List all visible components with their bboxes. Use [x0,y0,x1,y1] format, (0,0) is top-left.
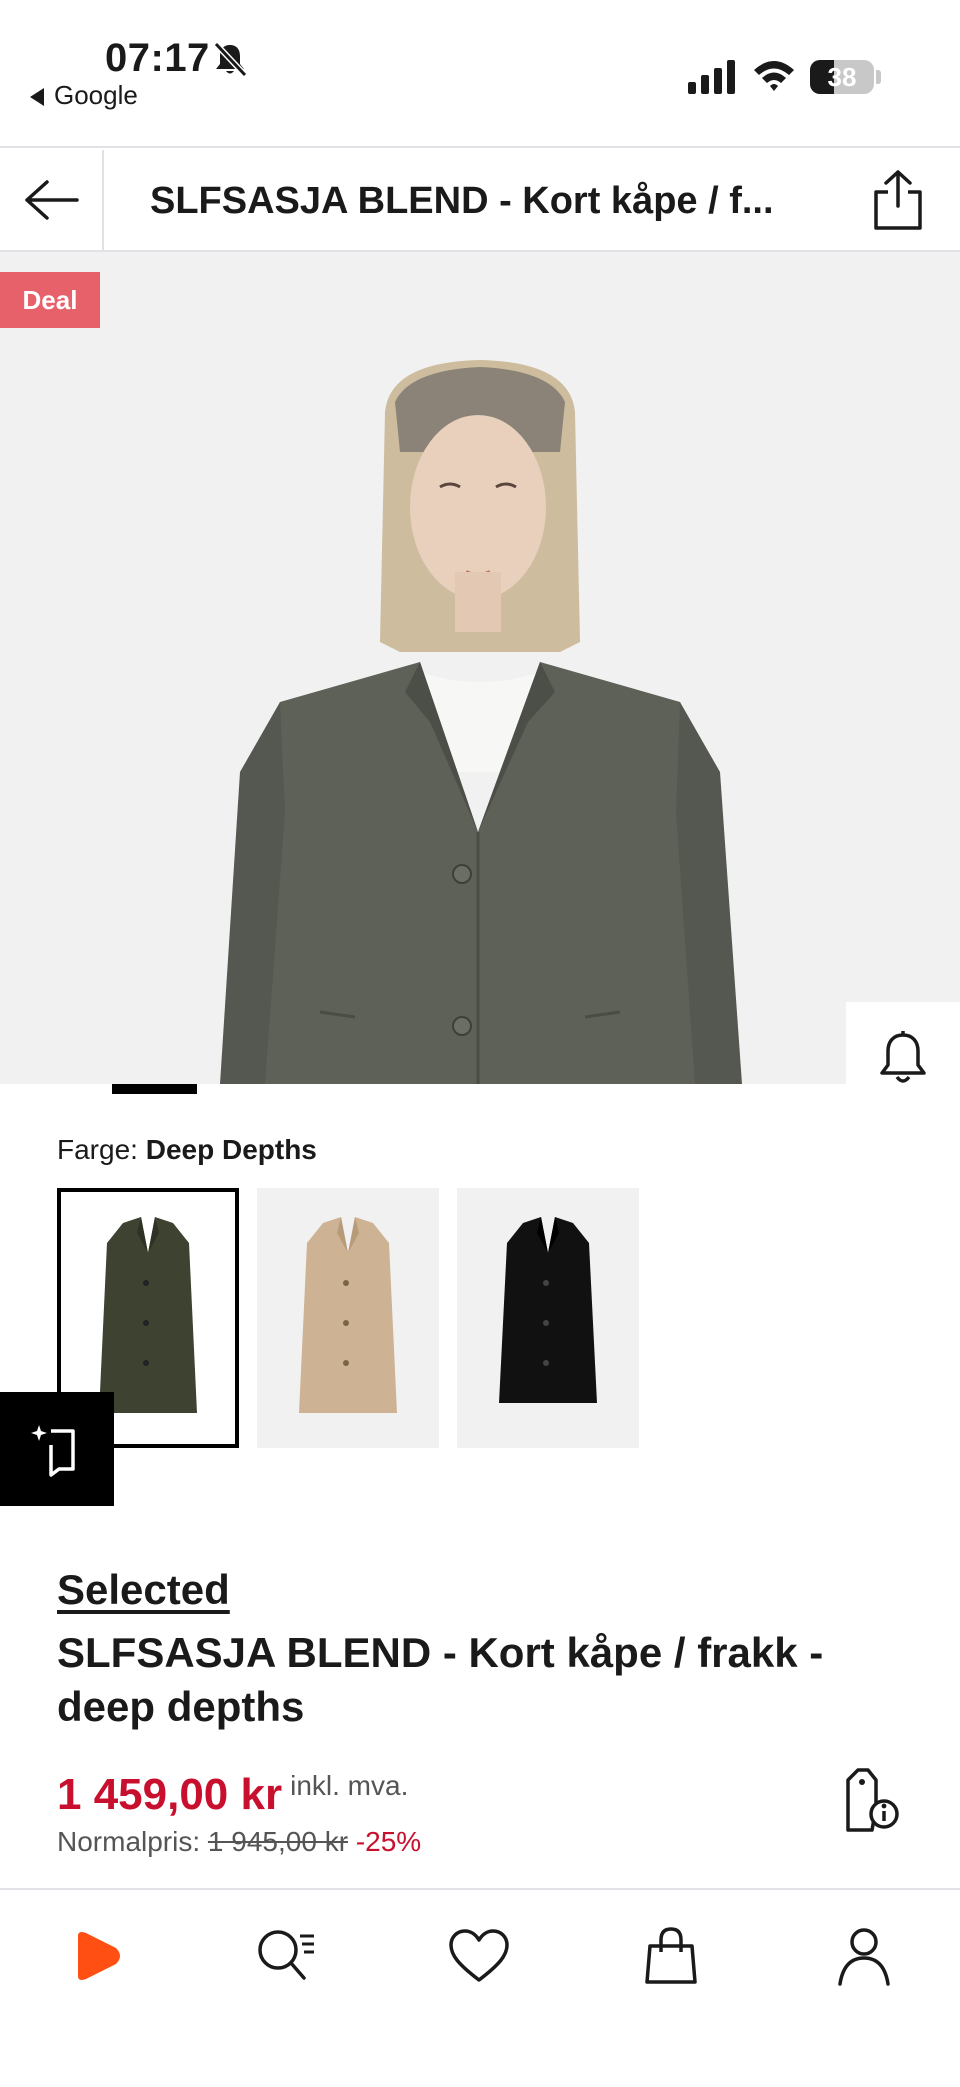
profile-icon [838,1928,890,1986]
arrow-left-icon [25,180,79,220]
color-swatches [57,1188,639,1448]
current-price: 1 459,00 kr [57,1770,283,1819]
similar-items-button[interactable] [0,1392,114,1506]
coat-thumbnail-camel [299,1217,397,1413]
brand-link[interactable]: Selected [57,1566,230,1614]
model-wearing-coat-image [0,252,960,1084]
bell-icon [880,1031,926,1083]
home-logo-icon [78,1932,120,1980]
back-button[interactable] [0,150,104,250]
swatch-camel[interactable] [257,1188,439,1448]
color-label: Farge: Deep Depths [57,1134,317,1166]
gallery-progress-fill [112,1084,197,1094]
price-row: 1 459,00 kr inkl. mva. [57,1770,408,1820]
coat-thumbnail-black [499,1217,597,1403]
profile-tab[interactable] [828,1920,900,1992]
battery-level: 38 [827,62,857,92]
bell-off-icon [213,41,248,78]
top-nav: SLFSASJA BLEND - Kort kåpe / f... [0,150,960,252]
search-tab[interactable] [250,1920,322,1992]
side-actions [846,1002,960,1084]
bottom-nav [0,1888,960,2087]
wishlist-tab[interactable] [443,1920,515,1992]
price-info-icon[interactable] [842,1764,902,1834]
wishlist-heart-icon [449,1929,509,1982]
sparkle-tag-icon [31,1425,75,1477]
back-to-google-link[interactable]: Google [30,80,138,111]
wifi-icon [754,61,794,91]
back-triangle-icon [30,88,44,107]
battery-icon: 38 [810,60,874,94]
page-title: SLFSASJA BLEND - Kort kåpe / f... [150,180,774,222]
normal-price: 1 945,00 kr [207,1826,349,1857]
swatch-black[interactable] [457,1188,639,1448]
cart-bag-icon [645,1927,697,1984]
color-label-text: Farge: [57,1134,138,1165]
home-tab[interactable] [60,1920,132,1992]
color-value: Deep Depths [145,1134,317,1165]
back-app-label: Google [54,80,138,110]
signal-icon [688,60,735,94]
status-time: 07:17 [105,36,210,80]
normal-price-row: Normalpris: 1 945,00 kr -25% [57,1826,421,1858]
battery-tip [876,70,881,84]
deal-badge: Deal [0,272,100,328]
notify-button[interactable] [846,1002,960,1084]
discount-badge: -25% [355,1826,422,1857]
product-name: SLFSASJA BLEND - Kort kåpe / frakk - dee… [57,1629,824,1730]
status-bar: 07:17 Google 38 [0,0,960,148]
vat-label: inkl. mva. [290,1770,409,1801]
cart-tab[interactable] [635,1920,707,1992]
gallery-progress [112,1084,788,1094]
search-icon [258,1930,314,1980]
normal-price-label: Normalpris: [57,1826,201,1857]
product-image[interactable]: Deal [0,252,960,1084]
share-icon[interactable] [866,168,930,232]
